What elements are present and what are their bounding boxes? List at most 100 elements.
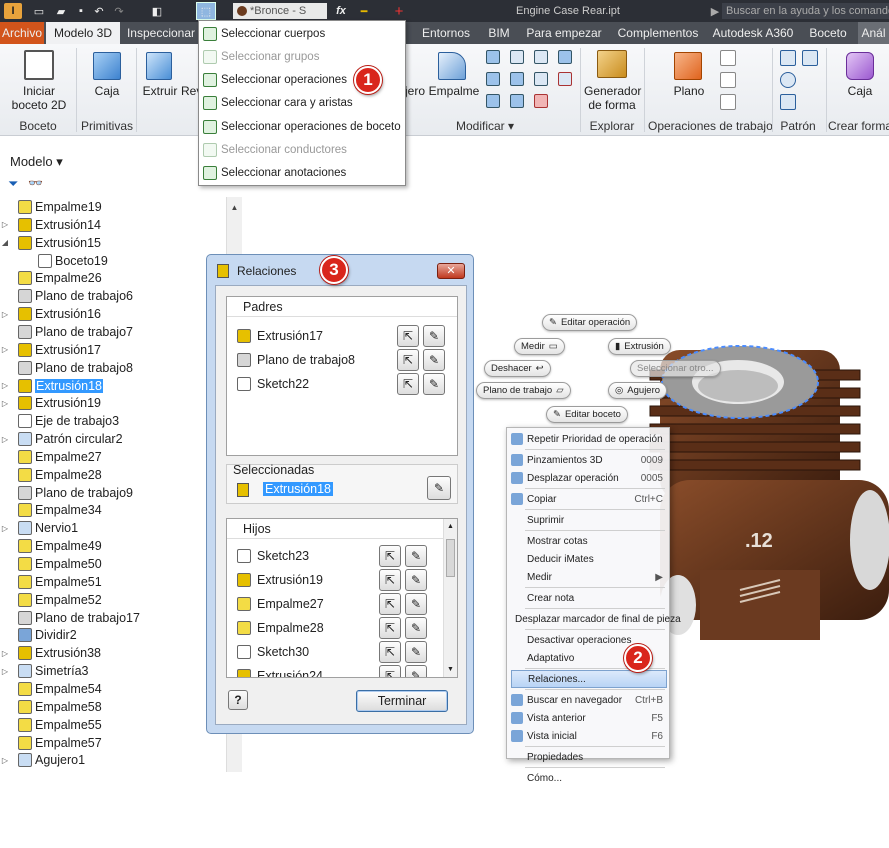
scroll-up-icon[interactable]: ▲ [227, 203, 242, 212]
context-menu-item[interactable]: Vista anterior F5 [511, 709, 667, 727]
children-row[interactable]: Extrusión24 [237, 665, 323, 677]
tab-getting-started[interactable]: Para empezar [524, 22, 604, 44]
select-sketch-features-item[interactable]: Seleccionar operaciones de boceto [203, 117, 401, 137]
expand-icon[interactable]: ▷ [0, 756, 10, 765]
expand-icon[interactable]: ▷ [0, 649, 10, 658]
edit-selected-button[interactable]: ✎ [427, 476, 451, 500]
edit-button[interactable]: ✎ [405, 545, 427, 567]
tree-item[interactable]: ▷ Extrusión16 [0, 305, 228, 323]
new-file-icon[interactable]: ▭ [32, 3, 46, 19]
mirror-icon[interactable] [802, 50, 818, 66]
emboss-icon[interactable] [558, 72, 572, 86]
move-face-icon[interactable] [534, 50, 548, 64]
tree-item[interactable]: ▷ Patrón circular2 [0, 430, 228, 448]
finish-button[interactable]: Terminar [356, 690, 448, 712]
undo-icon[interactable]: ↶ [92, 3, 106, 19]
parents-row[interactable]: Sketch22 [237, 373, 309, 395]
select-pointer-button[interactable]: ⇱ [379, 665, 401, 677]
tree-item[interactable]: Empalme58 [0, 698, 228, 716]
expand-icon[interactable]: ▷ [0, 435, 10, 444]
open-icon[interactable]: ▰ [54, 3, 68, 19]
delete-face-icon[interactable] [534, 94, 548, 108]
tree-item[interactable]: ▷ Extrusión19 [0, 394, 228, 412]
tree-item[interactable]: Empalme28 [0, 466, 228, 484]
tree-item[interactable]: ◢ Extrusión15 [0, 234, 228, 252]
select-bodies-item[interactable]: Seleccionar cuerpos [203, 24, 325, 44]
select-pointer-button[interactable]: ⇱ [379, 617, 401, 639]
select-pointer-button[interactable]: ⇱ [379, 593, 401, 615]
tab-inspect[interactable]: Inspeccionar [124, 22, 198, 44]
tree-item[interactable]: Plano de trabajo7 [0, 323, 228, 341]
context-menu-item[interactable]: Propiedades [511, 748, 667, 766]
expand-icon[interactable]: ▷ [0, 345, 10, 354]
tree-item[interactable]: ▷ Extrusión18 [0, 377, 228, 395]
scroll-up-icon[interactable]: ▲ [444, 523, 457, 530]
circular-pattern-icon[interactable] [780, 72, 796, 88]
marker-undo[interactable]: Deshacer ↩ [484, 360, 551, 377]
tab-environments[interactable]: Entornos [418, 22, 474, 44]
expand-icon[interactable]: ▷ [0, 310, 10, 319]
marker-work-plane[interactable]: Plano de trabajo ▱ [476, 382, 571, 399]
marker-select-other[interactable]: Seleccionar otro... [630, 360, 721, 377]
context-menu-item[interactable]: Crear nota [511, 589, 667, 607]
select-pointer-button[interactable]: ⇱ [379, 641, 401, 663]
tree-item[interactable]: Empalme55 [0, 716, 228, 734]
shell-icon[interactable] [486, 50, 500, 64]
expand-icon[interactable]: ▷ [0, 667, 10, 676]
copy-object-icon[interactable] [534, 72, 548, 86]
marker-edit-sketch[interactable]: ✎ Editar boceto [546, 406, 628, 423]
close-icon[interactable]: ✕ [437, 263, 465, 279]
fx-icon[interactable]: fx [334, 3, 348, 19]
children-row[interactable]: Empalme28 [237, 617, 324, 639]
tree-item[interactable]: ▷ Agujero1 [0, 751, 228, 769]
ucs-icon[interactable] [720, 94, 736, 110]
marker-measure[interactable]: Medir ▭ [514, 338, 565, 355]
tab-a360[interactable]: Autodesk A360 [710, 22, 796, 44]
revolve-label[interactable]: Rev [181, 84, 199, 98]
filter-icon[interactable]: ⏷ [8, 176, 18, 192]
context-menu-item[interactable]: Buscar en navegador Ctrl+B [511, 691, 667, 709]
draft-icon[interactable] [486, 72, 500, 86]
context-menu-item[interactable]: Desplazar marcador de final de pieza [511, 610, 681, 628]
return-icon[interactable]: ◧ [150, 3, 164, 19]
select-features-item[interactable]: Seleccionar operaciones [203, 70, 347, 90]
select-pointer-button[interactable]: ⇱ [379, 569, 401, 591]
context-menu-item[interactable]: Desplazar operación 0005 [511, 469, 667, 487]
help-search-input[interactable]: Buscar en la ayuda y los comandos [722, 3, 889, 19]
tree-item[interactable]: Empalme27 [0, 448, 228, 466]
tree-item[interactable]: Empalme19 [0, 198, 228, 216]
expand-icon[interactable]: ◢ [0, 238, 10, 247]
browser-header[interactable]: Modelo ▾ [10, 154, 63, 170]
binoculars-icon[interactable]: 👓 [28, 176, 43, 190]
group-modify[interactable]: Modificar ▾ [430, 119, 540, 133]
select-groups-item[interactable]: Seleccionar grupos [203, 47, 319, 67]
context-menu-item[interactable]: Relaciones... [511, 670, 667, 688]
tab-analysis[interactable]: Anál [858, 22, 889, 44]
expand-icon[interactable]: ▷ [0, 220, 10, 229]
children-row[interactable]: Extrusión19 [237, 569, 323, 591]
selected-feature[interactable]: Extrusión18 [263, 482, 334, 496]
context-menu-item[interactable]: Pinzamientos 3D 0009 [511, 451, 667, 469]
select-pointer-button[interactable]: ⇱ [397, 325, 419, 347]
tree-item[interactable]: Empalme34 [0, 501, 228, 519]
tree-item[interactable]: Plano de trabajo17 [0, 609, 228, 627]
tree-item[interactable]: Dividir2 [0, 626, 228, 644]
tree-item[interactable]: Plano de trabajo6 [0, 287, 228, 305]
tree-item[interactable]: Empalme54 [0, 680, 228, 698]
tree-item[interactable]: ▷ Extrusión14 [0, 216, 228, 234]
thread-icon[interactable] [486, 94, 500, 108]
context-menu-item[interactable]: Deducir iMates [511, 550, 667, 568]
select-annotations-item[interactable]: Seleccionar anotaciones [203, 163, 346, 183]
edit-button[interactable]: ✎ [423, 325, 445, 347]
select-faces-edges-item[interactable]: Seleccionar cara y aristas [203, 93, 353, 113]
tree-item[interactable]: Empalme50 [0, 555, 228, 573]
edit-button[interactable]: ✎ [405, 593, 427, 615]
expand-icon[interactable]: ▷ [0, 381, 10, 390]
rect-pattern-icon[interactable] [780, 50, 796, 66]
parents-row[interactable]: Extrusión17 [237, 325, 323, 347]
select-pointer-button[interactable]: ⇱ [379, 545, 401, 567]
point-icon[interactable] [720, 72, 736, 88]
select-pointer-button[interactable]: ⇱ [397, 373, 419, 395]
context-menu-item[interactable]: Suprimir [511, 511, 667, 529]
split-icon[interactable] [510, 50, 524, 64]
